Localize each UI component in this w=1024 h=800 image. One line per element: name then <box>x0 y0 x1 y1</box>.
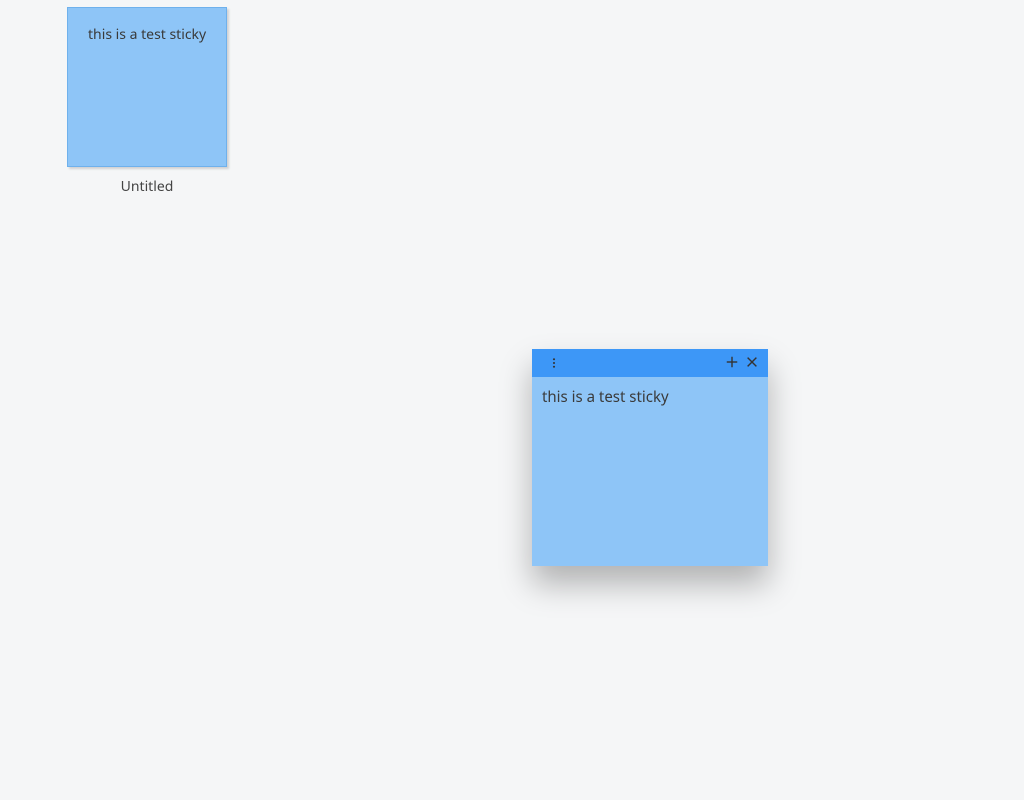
new-note-button[interactable] <box>722 353 742 373</box>
note-thumbnail-content: this is a test sticky <box>88 25 206 44</box>
note-thumbnail-wrap: this is a test sticky Untitled <box>67 7 227 196</box>
note-thumbnail-label: Untitled <box>121 177 174 196</box>
sticky-note-window[interactable]: this is a test sticky <box>532 349 768 566</box>
sticky-body[interactable]: this is a test sticky <box>532 377 768 566</box>
kebab-menu-icon <box>548 352 560 374</box>
note-thumbnail[interactable]: this is a test sticky <box>67 7 227 167</box>
close-button[interactable] <box>742 353 762 373</box>
sticky-content: this is a test sticky <box>542 387 669 407</box>
menu-button[interactable] <box>544 353 564 373</box>
plus-icon <box>725 352 739 374</box>
sticky-titlebar[interactable] <box>532 349 768 377</box>
close-icon <box>745 352 759 374</box>
